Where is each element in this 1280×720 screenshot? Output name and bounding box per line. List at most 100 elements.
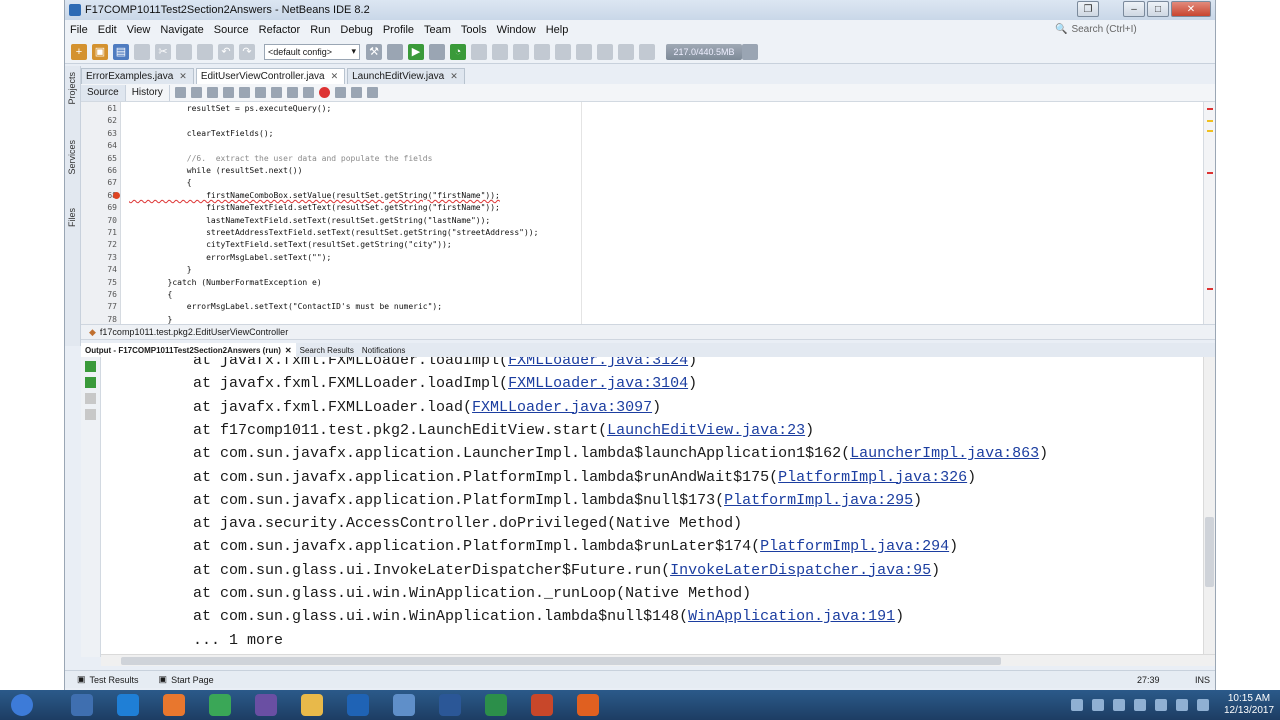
stop-icon[interactable]	[85, 393, 96, 404]
record-macro-icon[interactable]	[318, 87, 330, 98]
taskbar-visual-studio[interactable]	[246, 691, 286, 719]
save-all-icon[interactable]	[134, 43, 150, 60]
tab-launch-edit-view[interactable]: LaunchEditView.java ✕	[347, 68, 465, 84]
menu-edit[interactable]: Edit	[93, 24, 122, 36]
forward-icon[interactable]	[206, 87, 218, 98]
copy-icon[interactable]	[176, 43, 192, 60]
continue-icon[interactable]	[513, 43, 529, 60]
menu-window[interactable]: Window	[492, 24, 541, 36]
run-to-cursor-icon[interactable]	[597, 43, 613, 60]
step-out-icon[interactable]	[576, 43, 592, 60]
error-mark[interactable]	[1207, 172, 1213, 174]
rerun-icon[interactable]	[85, 361, 96, 372]
tray-icon[interactable]	[1113, 699, 1125, 711]
taskbar-screen-recorder[interactable]	[568, 691, 608, 719]
comment-icon[interactable]	[350, 87, 362, 98]
menu-run[interactable]: Run	[305, 24, 335, 36]
test-results-button[interactable]: ▣ Test Results	[77, 674, 139, 685]
menu-source[interactable]: Source	[209, 24, 254, 36]
find-next-icon[interactable]	[254, 87, 266, 98]
source-view-tab[interactable]: Source	[81, 84, 126, 101]
menu-file[interactable]: File	[65, 24, 93, 36]
start-page-button[interactable]: ▣ Start Page	[159, 674, 214, 685]
shift-left-icon[interactable]	[286, 87, 298, 98]
run-icon[interactable]: ▶	[408, 43, 424, 60]
taskbar-start-orb[interactable]	[2, 691, 42, 719]
tab-notifications[interactable]: Notifications	[358, 343, 410, 357]
stop-macro-icon[interactable]	[334, 87, 346, 98]
pause-icon[interactable]	[471, 43, 487, 60]
maximize-button[interactable]: □	[1147, 1, 1169, 17]
settings-icon[interactable]	[85, 409, 96, 420]
taskbar-netbeans[interactable]	[384, 691, 424, 719]
horizontal-scrollbar[interactable]	[101, 654, 1215, 666]
source-link[interactable]: LaunchEditView.java:23	[607, 422, 805, 439]
stop-icon[interactable]	[492, 43, 508, 60]
menu-profile[interactable]: Profile	[378, 24, 419, 36]
menu-navigate[interactable]: Navigate	[155, 24, 208, 36]
taskbar-file-explorer[interactable]	[292, 691, 332, 719]
last-edit-icon[interactable]	[174, 87, 186, 98]
side-tab-projects[interactable]: Projects	[67, 72, 77, 105]
taskbar-internet-explorer[interactable]	[108, 691, 148, 719]
output-console[interactable]: at javafx.fxml.FXMLLoader.loadImpl(FXMLL…	[81, 357, 1215, 657]
scroll-thumb[interactable]	[121, 657, 1001, 665]
scroll-thumb[interactable]	[1205, 517, 1214, 587]
history-view-tab[interactable]: History	[126, 84, 170, 101]
config-dropdown[interactable]: <default config> ▾	[264, 43, 360, 60]
uncomment-icon[interactable]	[366, 87, 378, 98]
open-project-icon[interactable]: ▤	[113, 43, 129, 60]
undo-icon[interactable]: ↶	[218, 43, 234, 60]
redo-icon[interactable]: ↷	[239, 43, 255, 60]
quick-search-box[interactable]: 🔍 Search (Ctrl+I)	[1055, 21, 1207, 37]
menu-debug[interactable]: Debug	[335, 24, 377, 36]
step-over-icon[interactable]	[534, 43, 550, 60]
breadcrumb[interactable]: ◆ f17comp1011.test.pkg2.EditUserViewCont…	[81, 324, 1215, 340]
take-snapshot-icon[interactable]	[639, 43, 655, 60]
source-link[interactable]: InvokeLaterDispatcher.java:95	[670, 562, 931, 579]
find-selection-icon[interactable]	[222, 87, 234, 98]
shift-right-icon[interactable]	[302, 87, 314, 98]
clock[interactable]: 10:15 AM 12/13/2017	[1218, 693, 1280, 717]
source-link[interactable]: FXMLLoader.java:3104	[508, 375, 688, 392]
source-link[interactable]: WinApplication.java:191	[688, 608, 895, 625]
warning-mark[interactable]	[1207, 120, 1213, 122]
tray-icon[interactable]	[1134, 699, 1146, 711]
tray-icon[interactable]	[1071, 699, 1083, 711]
minimize-button[interactable]: –	[1123, 1, 1145, 17]
rerun-with-args-icon[interactable]	[85, 377, 96, 388]
taskbar-excel-project[interactable]	[476, 691, 516, 719]
taskbar-outlook[interactable]	[338, 691, 378, 719]
paste-icon[interactable]	[197, 43, 213, 60]
step-into-icon[interactable]	[555, 43, 571, 60]
tab-output[interactable]: Output - F17COMP1011Test2Section2Answers…	[81, 343, 296, 357]
build-icon[interactable]: ⚒	[366, 43, 382, 60]
profile-icon[interactable]: ◔	[450, 43, 466, 60]
volume-icon[interactable]	[1197, 699, 1209, 711]
taskbar-powerpoint[interactable]	[522, 691, 562, 719]
toggle-highlight-icon[interactable]	[270, 87, 282, 98]
title-bar[interactable]: F17COMP1011Test2Section2Answers - NetBea…	[65, 0, 1215, 20]
close-icon[interactable]: ✕	[331, 71, 339, 82]
code-editor[interactable]: 61 62 63 64 65 66 67 68 69 70 71 72 73 74 75 76 77 78 res…	[81, 102, 1215, 324]
side-tab-services[interactable]: Services	[67, 140, 77, 175]
source-link[interactable]: FXMLLoader.java:3097	[472, 399, 652, 416]
network-icon[interactable]	[1176, 699, 1188, 711]
error-marker-icon[interactable]	[113, 192, 120, 199]
new-file-icon[interactable]: +	[71, 43, 87, 60]
side-tab-files[interactable]: Files	[67, 208, 77, 227]
clean-build-icon[interactable]	[387, 43, 403, 60]
source-link[interactable]: PlatformImpl.java:295	[724, 492, 913, 509]
vertical-scrollbar[interactable]	[1203, 357, 1215, 657]
find-previous-icon[interactable]	[238, 87, 250, 98]
source-link[interactable]: FXMLLoader.java:3124	[508, 357, 688, 369]
cut-icon[interactable]: ✂	[155, 43, 171, 60]
close-icon[interactable]: ✕	[179, 71, 187, 82]
new-project-icon[interactable]: ▣	[92, 43, 108, 60]
menu-help[interactable]: Help	[541, 24, 574, 36]
close-button[interactable]: ✕	[1171, 1, 1211, 17]
close-icon[interactable]: ✕	[285, 346, 292, 355]
taskbar-media-player[interactable]	[62, 691, 102, 719]
taskbar-firefox[interactable]	[154, 691, 194, 719]
source-link[interactable]: PlatformImpl.java:326	[778, 469, 967, 486]
